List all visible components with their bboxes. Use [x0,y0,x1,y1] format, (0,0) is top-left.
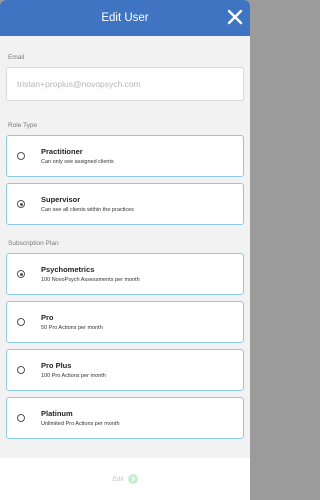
option-title: Platinum [41,409,73,418]
option-description: Unlimited Pro Actions per month [41,421,120,427]
plan-option-pro[interactable]: Pro 50 Pro Actions per month [6,301,244,343]
option-title: Supervisor [41,195,81,204]
role-type-label: Role Type [8,122,38,129]
radio-button[interactable] [17,318,25,326]
option-description: Can see all clients within the practices [41,207,134,213]
email-field[interactable]: tristan+proplus@novopsych.com [6,67,244,101]
chevron-right-icon [127,474,138,484]
radio-button-selected[interactable] [17,200,25,208]
radio-button[interactable] [17,152,25,160]
option-description: 100 NovoPsych Assessments per month [41,277,140,283]
close-icon[interactable] [226,8,244,26]
modal-header: Edit User [0,0,250,36]
option-description: 100 Pro Actions per month [41,373,106,379]
option-title: Pro Plus [41,361,72,370]
option-title: Practitioner [41,147,83,156]
email-label: Email [8,54,25,61]
modal-footer: Edit [0,458,250,500]
page-title: Edit User [101,12,149,24]
option-title: Pro [41,313,54,322]
form: Email tristan+proplus@novopsych.com Role… [0,54,250,439]
role-option-practitioner[interactable]: Practitioner Can only see assigned clien… [6,135,244,177]
option-description: Can only see assigned clients [41,159,114,165]
radio-button-selected[interactable] [17,270,25,278]
plan-option-pro-plus[interactable]: Pro Plus 100 Pro Actions per month [6,349,244,391]
edit-button[interactable]: Edit [112,474,138,484]
edit-button-label: Edit [112,475,124,483]
option-title: Psychometrics [41,265,95,274]
plan-option-psychometrics[interactable]: Psychometrics 100 NovoPsych Assessments … [6,253,244,295]
subscription-plan-label: Subscription Plan [8,240,59,247]
radio-button[interactable] [17,414,25,422]
radio-button[interactable] [17,366,25,374]
plan-option-platinum[interactable]: Platinum Unlimited Pro Actions per month [6,397,244,439]
edit-user-modal: Edit User Email tristan+proplus@novopsyc… [0,0,250,500]
role-option-supervisor[interactable]: Supervisor Can see all clients within th… [6,183,244,225]
option-description: 50 Pro Actions per month [41,325,103,331]
